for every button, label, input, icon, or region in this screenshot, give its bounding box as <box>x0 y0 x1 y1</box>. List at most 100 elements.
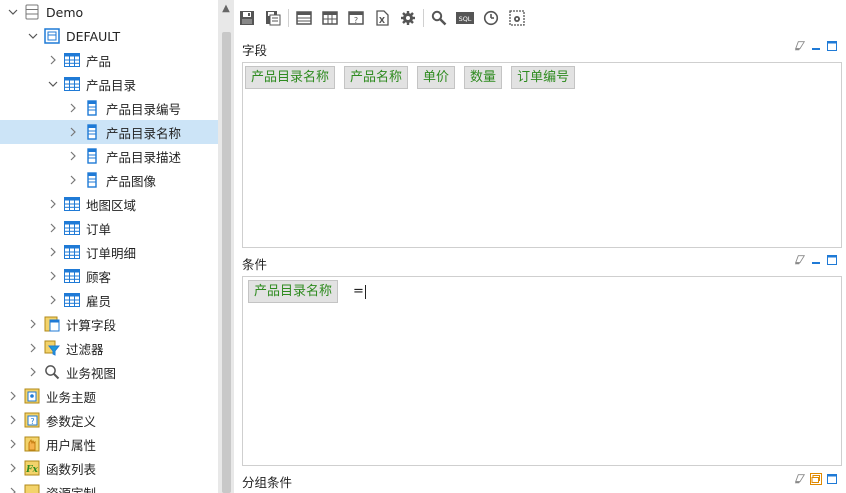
grid-layout-icon[interactable] <box>319 7 341 29</box>
user-attr-icon <box>24 436 40 452</box>
search-icon[interactable] <box>428 7 450 29</box>
fields-panel-controls <box>794 40 838 52</box>
tree-node[interactable]: 订单 <box>0 216 218 240</box>
screen-settings-icon[interactable] <box>506 7 528 29</box>
field-chip[interactable]: 单价 <box>417 66 456 89</box>
chevron-right-icon[interactable] <box>6 480 20 493</box>
field-chip[interactable]: 产品名称 <box>344 66 409 89</box>
condition-operator-text: = <box>353 284 364 299</box>
tree-node[interactable]: 过滤器 <box>0 336 218 360</box>
tree-node-label: 顾客 <box>86 269 112 285</box>
field-chip[interactable]: 产品目录名称 <box>245 66 336 89</box>
eraser-icon[interactable] <box>794 254 806 266</box>
chevron-right-icon[interactable] <box>46 48 60 72</box>
scrollbar-thumb[interactable] <box>222 32 231 493</box>
tree-node[interactable]: 资源定制 <box>0 480 218 493</box>
settings-gear-icon[interactable] <box>397 7 419 29</box>
maximize-icon[interactable] <box>826 40 838 52</box>
minimize-icon[interactable] <box>810 254 822 266</box>
maximize-icon[interactable] <box>826 473 838 485</box>
chevron-right-icon[interactable] <box>6 432 20 456</box>
tree-node[interactable]: 用户属性 <box>0 432 218 456</box>
chevron-right-icon[interactable] <box>46 192 60 216</box>
chevron-right-icon[interactable] <box>66 168 80 192</box>
svg-text:?: ? <box>30 417 34 426</box>
chevron-right-icon[interactable] <box>66 144 80 168</box>
toolbar-separator <box>423 9 424 27</box>
field-icon <box>84 124 100 140</box>
chevron-right-icon[interactable] <box>26 312 40 336</box>
restore-icon[interactable] <box>810 473 822 485</box>
chevron-right-icon[interactable] <box>46 216 60 240</box>
field-chip[interactable]: 数量 <box>464 66 503 89</box>
condition-operator[interactable]: = <box>353 284 366 299</box>
field-chip-list: 产品目录名称 产品名称 单价 数量 订单编号 <box>243 63 841 92</box>
excel-export-icon[interactable]: X <box>371 7 393 29</box>
chevron-right-icon[interactable] <box>26 360 40 384</box>
chevron-down-icon[interactable] <box>26 24 40 48</box>
minimize-icon[interactable] <box>810 40 822 52</box>
chevron-right-icon[interactable] <box>6 408 20 432</box>
tree-node[interactable]: DEFAULT <box>0 24 218 48</box>
field-icon <box>84 100 100 116</box>
tree-node[interactable]: 产品目录 <box>0 72 218 96</box>
table-icon <box>64 220 80 236</box>
chevron-down-icon[interactable] <box>6 0 20 24</box>
fields-panel-title: 字段 <box>242 43 268 58</box>
tree-node-label: 计算字段 <box>66 317 117 333</box>
svg-text:?: ? <box>354 16 358 25</box>
tree-node-label: 产品目录名称 <box>106 125 182 141</box>
chevron-right-icon[interactable] <box>46 240 60 264</box>
tree-node[interactable]: 雇员 <box>0 288 218 312</box>
sql-icon[interactable]: SQL <box>454 7 476 29</box>
tree-node[interactable]: 业务视图 <box>0 360 218 384</box>
tree-node[interactable]: 地图区域 <box>0 192 218 216</box>
tree-node[interactable]: Fx 函数列表 <box>0 456 218 480</box>
chevron-down-icon[interactable] <box>46 72 60 96</box>
field-icon <box>84 148 100 164</box>
chevron-right-icon[interactable] <box>66 120 80 144</box>
table-layout-icon[interactable] <box>293 7 315 29</box>
clock-icon[interactable] <box>480 7 502 29</box>
filter-icon <box>44 340 60 356</box>
tree-node[interactable]: 产品图像 <box>0 168 218 192</box>
tree-node[interactable]: 业务主题 <box>0 384 218 408</box>
tree-node[interactable]: 计算字段 <box>0 312 218 336</box>
chevron-right-icon[interactable] <box>46 264 60 288</box>
tree-node-label: 订单 <box>86 221 112 237</box>
svg-text:X: X <box>379 16 386 25</box>
schema-icon <box>44 28 60 44</box>
eraser-icon[interactable] <box>794 473 806 485</box>
fields-panel[interactable]: 产品目录名称 产品名称 单价 数量 订单编号 <box>242 62 842 248</box>
tree-scrollbar[interactable]: ▲ <box>218 0 234 493</box>
maximize-icon[interactable] <box>826 254 838 266</box>
tree-node[interactable]: 产品目录编号 <box>0 96 218 120</box>
chevron-right-icon[interactable] <box>66 96 80 120</box>
condition-field-chip[interactable]: 产品目录名称 <box>248 280 339 303</box>
tree-node[interactable]: ? 参数定义 <box>0 408 218 432</box>
group-panel-controls <box>794 473 838 485</box>
table-icon <box>64 76 80 92</box>
tree-node-label: 参数定义 <box>46 413 97 429</box>
metadata-tree: Demo DEFAULT 产品 产品目录 产品目录编号产品目录名称产品目录描述产品图像地… <box>0 0 218 493</box>
tree-node-label: 订单明细 <box>86 245 137 261</box>
tree-node[interactable]: 产品 <box>0 48 218 72</box>
help-icon[interactable]: ? <box>345 7 367 29</box>
tree-node[interactable]: 产品目录描述 <box>0 144 218 168</box>
chevron-right-icon[interactable] <box>6 384 20 408</box>
save-icon[interactable] <box>236 7 258 29</box>
tree-node-label: 雇员 <box>86 293 112 309</box>
tree-node[interactable]: 订单明细 <box>0 240 218 264</box>
conditions-panel[interactable]: 产品目录名称 = <box>242 276 842 466</box>
chevron-right-icon[interactable] <box>26 336 40 360</box>
tree-node[interactable]: Demo <box>0 0 218 24</box>
eraser-icon[interactable] <box>794 40 806 52</box>
chevron-right-icon[interactable] <box>6 456 20 480</box>
field-chip[interactable]: 订单编号 <box>511 66 576 89</box>
tree-node[interactable]: 顾客 <box>0 264 218 288</box>
scroll-up-arrow-icon[interactable]: ▲ <box>221 4 231 14</box>
tree-node-label: 产品图像 <box>106 173 157 189</box>
tree-node[interactable]: 产品目录名称 <box>0 120 218 144</box>
save-as-icon[interactable] <box>262 7 284 29</box>
chevron-right-icon[interactable] <box>46 288 60 312</box>
